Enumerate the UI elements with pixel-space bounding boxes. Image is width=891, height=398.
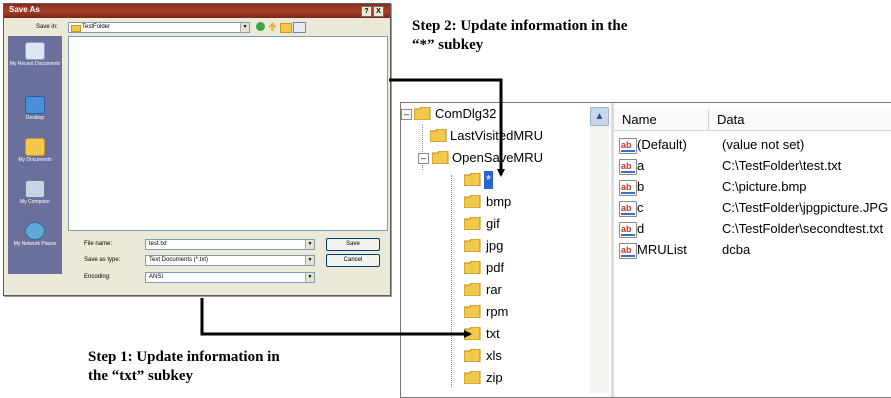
step1-arrow: [200, 298, 472, 338]
step2-arrow: [389, 78, 505, 177]
connector-arrows: [200, 78, 505, 338]
